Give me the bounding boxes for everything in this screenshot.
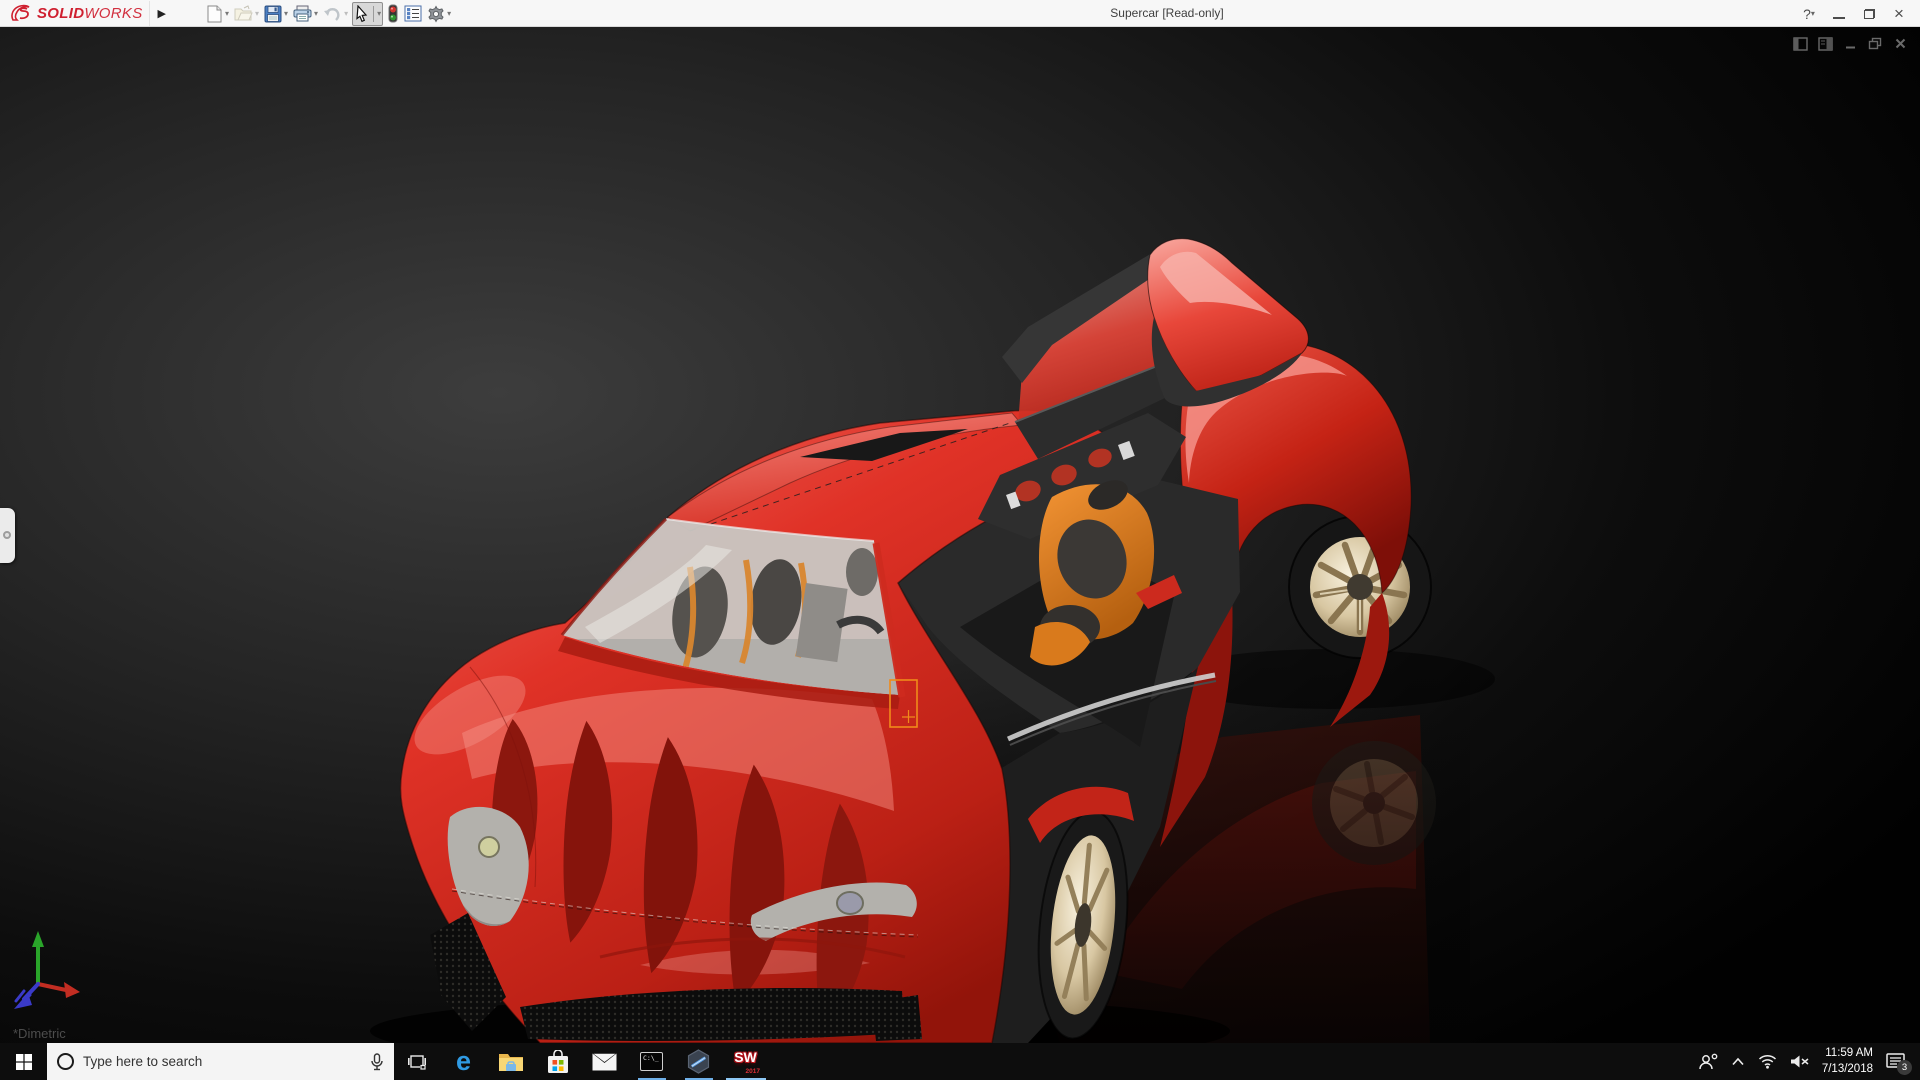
microphone-icon[interactable]	[370, 1052, 384, 1071]
feature-tree-flyout-tab[interactable]	[0, 508, 15, 563]
taskbar-app-mail[interactable]	[581, 1043, 628, 1080]
print-icon	[293, 5, 312, 22]
taskbar-app-solidworks[interactable]: SW 2017	[722, 1043, 769, 1080]
people-button[interactable]	[1698, 1053, 1718, 1070]
microsoft-store-icon	[547, 1049, 568, 1073]
graphics-area[interactable]: *Dimetric	[0, 27, 1920, 1043]
save-floppy-icon	[264, 5, 282, 22]
task-view-icon	[408, 1054, 426, 1070]
close-icon: ×	[1894, 3, 1904, 23]
windows-taskbar: e	[0, 1043, 1920, 1080]
network-button[interactable]	[1758, 1054, 1777, 1069]
window-title: Supercar [Read-only]	[1110, 6, 1224, 20]
minimize-icon	[1833, 16, 1845, 19]
select-cursor-icon	[356, 4, 368, 22]
command-prompt-icon: C:\_	[640, 1052, 663, 1071]
solidworks-logo: SOLID WORKS	[0, 0, 150, 26]
taskbar-search[interactable]	[47, 1043, 394, 1080]
search-input[interactable]	[83, 1054, 361, 1069]
feature-pane-button[interactable]	[1792, 36, 1808, 51]
clock-date: 7/13/2018	[1821, 1062, 1873, 1075]
taskbar-app-store[interactable]	[534, 1043, 581, 1080]
options-button[interactable]: ▾	[426, 2, 452, 26]
brand-works: WORKS	[84, 4, 143, 22]
document-window-controls	[1792, 36, 1908, 51]
desktop: SOLID WORKS ▶ ▾ ▾ ▾ ▾ ▾ ▾ ▾ Supercar [Re…	[0, 0, 1920, 1080]
open-document-button[interactable]: ▾	[233, 2, 260, 26]
doc-restore-icon	[1868, 37, 1882, 50]
volume-muted-icon	[1790, 1055, 1809, 1068]
undo-button[interactable]: ▾	[322, 2, 349, 26]
titlebar: SOLID WORKS ▶ ▾ ▾ ▾ ▾ ▾ ▾ ▾ Supercar [Re…	[0, 0, 1920, 27]
view-orientation-label: *Dimetric	[13, 1026, 66, 1041]
print-button[interactable]: ▾	[292, 2, 319, 26]
feature-pane-icon	[1792, 36, 1808, 51]
taskbar-clock[interactable]: 11:59 AM 7/13/2018	[1822, 1046, 1873, 1077]
edge-icon: e	[455, 1046, 472, 1076]
action-center-button[interactable]: 3	[1886, 1053, 1912, 1075]
rebuild-traffic-light-button[interactable]	[386, 2, 400, 26]
doc-minimize-button[interactable]	[1842, 36, 1858, 51]
start-button[interactable]	[0, 1043, 47, 1080]
3d-model-canvas[interactable]	[0, 27, 1920, 1043]
display-pane-small-icon	[1817, 36, 1833, 51]
taskbar-app-file-explorer[interactable]	[487, 1043, 534, 1080]
taskbar-app-edge[interactable]: e	[440, 1043, 487, 1080]
notification-badge: 3	[1897, 1060, 1912, 1075]
select-tool-button[interactable]: ▾	[352, 1, 384, 26]
mail-icon	[592, 1053, 617, 1070]
solidworks-2017-icon: SW 2017	[734, 1049, 760, 1075]
clock-time: 11:59 AM	[1825, 1046, 1873, 1059]
task-view-button[interactable]	[394, 1043, 440, 1080]
doc-close-icon	[1895, 38, 1905, 49]
windows-logo-icon	[15, 1053, 32, 1070]
volume-button[interactable]	[1790, 1054, 1809, 1069]
brand-solid: SOLID	[37, 4, 85, 22]
cad-viewer-hexagon-icon	[687, 1049, 710, 1074]
doc-minimize-icon	[1845, 46, 1855, 49]
display-pane-icon	[404, 5, 422, 22]
ds-logo-icon	[11, 4, 30, 21]
new-document-button[interactable]: ▾	[205, 2, 230, 26]
open-folder-icon	[234, 5, 253, 21]
cortana-icon	[57, 1053, 74, 1070]
taskbar-app-command-prompt[interactable]: C:\_	[628, 1043, 675, 1080]
flyout-tab-handle-icon	[3, 531, 11, 539]
restore-icon	[1863, 8, 1875, 19]
quick-access-toolbar: ▾ ▾ ▾ ▾ ▾ ▾ ▾	[205, 0, 452, 27]
display-settings-button[interactable]	[403, 2, 423, 26]
save-button[interactable]: ▾	[263, 2, 289, 26]
menu-flyout-arrow-icon[interactable]: ▶	[150, 7, 174, 20]
display-pane-button[interactable]	[1817, 36, 1833, 51]
minimize-button[interactable]	[1826, 3, 1852, 25]
system-tray: 11:59 AM 7/13/2018 3	[1694, 1043, 1920, 1080]
chevron-up-icon	[1732, 1057, 1744, 1066]
new-document-icon	[207, 5, 222, 22]
tray-overflow-button[interactable]	[1731, 1057, 1745, 1066]
taskbar-app-cad-viewer[interactable]	[675, 1043, 722, 1080]
traffic-light-icon	[388, 4, 398, 23]
restore-button[interactable]	[1856, 3, 1882, 25]
gear-icon	[428, 4, 444, 23]
window-controls: ? ▾ ×	[1796, 0, 1912, 27]
file-explorer-icon	[498, 1054, 523, 1071]
doc-close-button[interactable]	[1892, 36, 1908, 51]
car-rear-wheel	[1288, 515, 1432, 659]
help-button[interactable]: ? ▾	[1796, 3, 1822, 25]
people-icon	[1699, 1053, 1718, 1070]
close-button[interactable]: ×	[1886, 3, 1912, 25]
wifi-icon	[1758, 1055, 1776, 1069]
doc-restore-button[interactable]	[1867, 36, 1883, 51]
undo-arrow-icon	[324, 7, 340, 21]
